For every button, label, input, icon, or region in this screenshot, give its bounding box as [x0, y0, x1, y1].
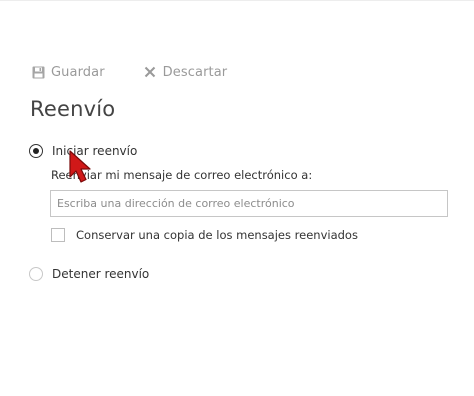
- save-button-label: Guardar: [51, 64, 105, 80]
- start-forwarding-radio[interactable]: [29, 144, 43, 158]
- page-title: Reenvío: [30, 97, 116, 121]
- x-icon: [143, 65, 157, 79]
- forwarding-settings-page: Guardar Descartar Reenvío Iniciar reenví…: [0, 0, 474, 396]
- stop-forwarding-option[interactable]: Detener reenvío: [29, 267, 149, 281]
- toolbar: Guardar Descartar: [31, 63, 227, 81]
- forward-to-label: Reenviar mi mensaje de correo electrónic…: [51, 168, 313, 182]
- keep-copy-label: Conservar una copia de los mensajes reen…: [76, 228, 358, 242]
- start-forwarding-label: Iniciar reenvío: [52, 144, 138, 158]
- save-button[interactable]: Guardar: [31, 65, 105, 80]
- keep-copy-option[interactable]: Conservar una copia de los mensajes reen…: [51, 228, 358, 242]
- save-disk-icon: [31, 65, 45, 79]
- stop-forwarding-label: Detener reenvío: [52, 267, 150, 281]
- stop-forwarding-radio[interactable]: [29, 267, 43, 281]
- start-forwarding-option[interactable]: Iniciar reenvío: [29, 144, 137, 158]
- forward-email-input[interactable]: [50, 190, 448, 217]
- keep-copy-checkbox[interactable]: [51, 228, 65, 242]
- discard-button[interactable]: Descartar: [143, 65, 228, 80]
- discard-button-label: Descartar: [162, 64, 228, 80]
- top-divider: [0, 0, 474, 1]
